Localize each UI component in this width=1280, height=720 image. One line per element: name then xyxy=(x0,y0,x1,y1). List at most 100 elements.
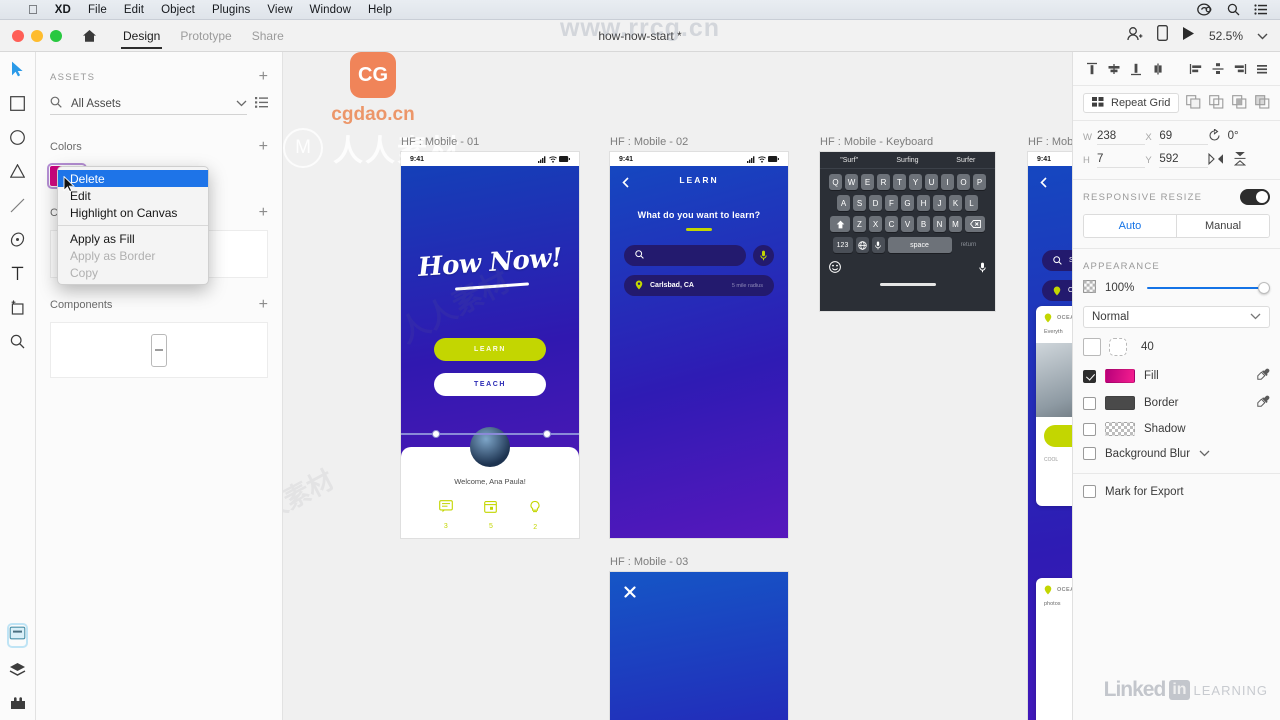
add-collaborator-icon[interactable] xyxy=(1126,26,1143,46)
result-card-1[interactable]: OCEANS Everyth COOL xyxy=(1036,306,1072,506)
key-n[interactable]: N xyxy=(933,216,946,232)
y-field[interactable]: Y 592 xyxy=(1145,151,1208,169)
key-u[interactable]: U xyxy=(925,174,938,190)
teach-button[interactable]: TEACH xyxy=(434,373,546,396)
key-a[interactable]: A xyxy=(837,195,850,211)
align-right-icon[interactable] xyxy=(1229,57,1251,81)
stat-calendar[interactable]: 5 xyxy=(484,500,498,531)
chevron-down-icon[interactable] xyxy=(236,98,247,110)
width-field[interactable]: W 238 xyxy=(1083,129,1146,145)
polygon-tool[interactable] xyxy=(0,154,36,188)
close-x-icon[interactable] xyxy=(624,586,636,598)
add-color-button[interactable]: + xyxy=(259,139,268,155)
context-menu-item-edit[interactable]: Edit xyxy=(58,187,208,204)
chevron-down-icon[interactable] xyxy=(1257,27,1268,45)
location-row[interactable]: Carlsbad, CA 5 mile radius xyxy=(624,275,774,296)
key-d[interactable]: D xyxy=(869,195,882,211)
layers-panel-toggle[interactable] xyxy=(0,652,36,686)
shadow-checkbox[interactable] xyxy=(1083,422,1096,436)
result-card-1-cta[interactable] xyxy=(1044,425,1072,447)
rotation-field[interactable]: 0° xyxy=(1208,128,1270,145)
key-f[interactable]: F xyxy=(885,195,898,211)
repeat-grid-button[interactable]: Repeat Grid xyxy=(1083,93,1180,113)
blend-mode-select[interactable]: Normal xyxy=(1083,306,1270,328)
learn-button[interactable]: LEARN xyxy=(434,338,546,361)
menu-item-file[interactable]: File xyxy=(88,4,107,16)
align-vertical-center-icon[interactable] xyxy=(1147,57,1169,81)
result-card-2[interactable]: OCEANS photos xyxy=(1036,578,1072,720)
resize-mode-auto[interactable]: Auto xyxy=(1084,215,1176,237)
fill-checkbox[interactable] xyxy=(1083,369,1096,383)
pen-tool[interactable] xyxy=(0,222,36,256)
shift-key[interactable] xyxy=(830,216,850,232)
select-tool[interactable] xyxy=(0,52,36,86)
suggestion-1[interactable]: "Surf" xyxy=(820,157,878,164)
context-menu-item-highlight-on-canvas[interactable]: Highlight on Canvas xyxy=(58,204,208,221)
return-key[interactable]: return xyxy=(955,237,983,253)
key-l[interactable]: L xyxy=(965,195,978,211)
key-v[interactable]: V xyxy=(901,216,914,232)
border-checkbox[interactable] xyxy=(1083,396,1096,410)
minimize-button[interactable] xyxy=(31,29,43,42)
menu-item-object[interactable]: Object xyxy=(161,4,195,16)
artboard-label-mobile-01[interactable]: HF : Mobile - 01 xyxy=(401,136,479,148)
dictation-icon[interactable] xyxy=(979,260,986,278)
border-color-swatch[interactable] xyxy=(1105,396,1135,410)
text-tool[interactable] xyxy=(0,256,36,290)
distribute-horizontal-icon[interactable] xyxy=(1207,57,1229,81)
corner-radius-value[interactable]: 40 xyxy=(1141,341,1154,353)
key-x[interactable]: X xyxy=(869,216,882,232)
add-character-style-button[interactable]: + xyxy=(259,205,268,221)
ellipse-tool[interactable] xyxy=(0,120,36,154)
artboard-label-mobile-04[interactable]: HF : Mob xyxy=(1028,136,1072,148)
numbers-key[interactable]: 123 xyxy=(832,237,853,253)
suggestion-3[interactable]: Surfer xyxy=(937,157,995,164)
tab-share[interactable]: Share xyxy=(242,20,294,52)
artboard-label-mobile-02[interactable]: HF : Mobile - 02 xyxy=(610,136,688,148)
assets-panel-toggle[interactable] xyxy=(0,618,36,652)
chevron-down-icon[interactable] xyxy=(1199,448,1210,460)
menu-item-help[interactable]: Help xyxy=(368,4,392,16)
menu-item-plugins[interactable]: Plugins xyxy=(212,4,250,16)
control-center-icon[interactable] xyxy=(1254,4,1268,15)
key-t[interactable]: T xyxy=(893,174,906,190)
artboard-mobile-03[interactable]: Listening xyxy=(610,572,788,720)
line-tool[interactable] xyxy=(0,188,36,222)
resize-mode-manual[interactable]: Manual xyxy=(1176,215,1269,237)
artboard-mobile-02[interactable]: 9:41 LEARN What do you want to learn? Ca… xyxy=(610,152,788,538)
add-shape-icon[interactable] xyxy=(1186,94,1201,112)
responsive-resize-toggle[interactable] xyxy=(1240,189,1270,205)
zoom-level[interactable]: 52.5% xyxy=(1209,29,1243,43)
device-preview-icon[interactable] xyxy=(1157,25,1168,46)
artboard-label-mobile-03[interactable]: HF : Mobile - 03 xyxy=(610,556,688,568)
corner-radius-individual-icon[interactable] xyxy=(1109,338,1127,356)
key-r[interactable]: R xyxy=(877,174,890,190)
design-canvas[interactable]: 人人素材 人人素材 HF : Mobile - 01 9:41 How Now!… xyxy=(283,52,1072,720)
key-g[interactable]: G xyxy=(901,195,914,211)
flip-vertical-icon[interactable] xyxy=(1233,151,1246,169)
key-j[interactable]: J xyxy=(933,195,946,211)
selection-handle-right[interactable] xyxy=(543,430,551,438)
context-menu-item-delete[interactable]: Delete xyxy=(58,170,208,187)
border-eyedropper-icon[interactable] xyxy=(1257,395,1270,411)
artboard-keyboard[interactable]: "Surf" Surfing Surfer Q W E R T Y U I O xyxy=(820,152,995,311)
emoji-icon[interactable] xyxy=(829,260,841,278)
artboard-tool[interactable] xyxy=(0,290,36,324)
key-q[interactable]: Q xyxy=(829,174,842,190)
align-horizontal-center-icon[interactable] xyxy=(1103,57,1125,81)
subtract-shape-icon[interactable] xyxy=(1209,94,1224,112)
rectangle-tool[interactable] xyxy=(0,86,36,120)
menu-item-view[interactable]: View xyxy=(267,4,292,16)
intersect-shape-icon[interactable] xyxy=(1232,94,1247,112)
fill-color-swatch[interactable] xyxy=(1105,369,1135,383)
align-top-icon[interactable] xyxy=(1081,57,1103,81)
stat-lightbulb[interactable]: 2 xyxy=(529,500,541,531)
component-item[interactable] xyxy=(50,322,268,378)
key-b[interactable]: B xyxy=(917,216,930,232)
key-e[interactable]: E xyxy=(861,174,874,190)
key-s[interactable]: S xyxy=(853,195,866,211)
home-icon[interactable] xyxy=(82,29,97,43)
context-menu-item-apply-as-fill[interactable]: Apply as Fill xyxy=(58,230,208,247)
distribute-vertical-icon[interactable] xyxy=(1251,57,1273,81)
globe-key[interactable] xyxy=(855,237,869,253)
